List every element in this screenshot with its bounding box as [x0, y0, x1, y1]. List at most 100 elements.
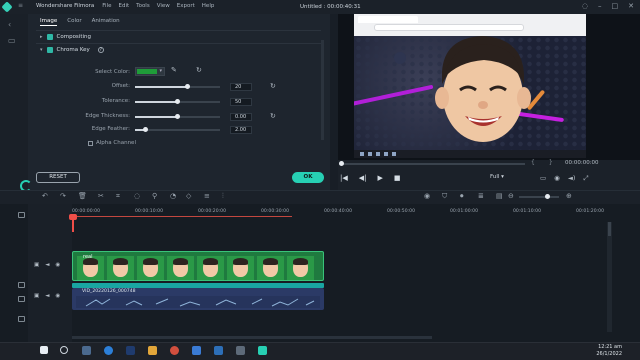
color-picker-dropdown[interactable]: ▾ — [135, 67, 165, 76]
microphone-icon[interactable]: ⏺ — [460, 192, 464, 201]
quality-select[interactable]: Full ▾ — [490, 174, 526, 183]
reset-icon[interactable]: ↻ — [270, 112, 276, 120]
track-manager-icon[interactable] — [18, 282, 25, 288]
reset-icon[interactable]: ↻ — [270, 82, 276, 90]
compositing-checkbox[interactable] — [46, 34, 53, 40]
video-clip[interactable]: VID_20220126_000748 — [72, 288, 324, 310]
windows-start-icon[interactable] — [40, 346, 48, 354]
menu-help[interactable]: Help — [202, 3, 215, 9]
eyedropper-icon[interactable]: ✎ — [171, 66, 177, 74]
collapse-arrow-icon[interactable]: ▾ — [40, 47, 43, 53]
task-view-icon[interactable] — [82, 346, 91, 355]
slider-knob[interactable] — [175, 114, 180, 119]
preview-progress-track[interactable] — [339, 161, 525, 166]
zoom-out-icon[interactable]: ⊖ — [508, 192, 514, 200]
zoom-slider[interactable] — [519, 194, 559, 199]
tab-image[interactable]: Image — [40, 18, 58, 26]
slider-knob[interactable] — [175, 99, 180, 104]
panel-icon[interactable]: ▭ — [8, 36, 20, 46]
undo-icon[interactable]: ↶ — [42, 192, 48, 200]
lock-icon[interactable] — [18, 296, 25, 302]
tab-animation[interactable]: Animation — [92, 18, 120, 26]
compositing-section[interactable]: ▸ Compositing — [40, 34, 91, 40]
store-icon[interactable] — [214, 346, 223, 355]
delete-icon[interactable]: 🗑 — [78, 192, 87, 200]
slider-track[interactable] — [135, 99, 220, 104]
expand-arrow-icon[interactable]: ▸ — [40, 34, 43, 40]
chroma-key-checkbox[interactable] — [46, 47, 53, 53]
menu-edit[interactable]: Edit — [119, 3, 130, 9]
hamburger-icon[interactable]: ≡ — [18, 2, 23, 9]
redo-icon[interactable]: ↷ — [60, 192, 66, 200]
speaker-icon[interactable]: ◄ — [45, 293, 49, 299]
monitor-icon[interactable]: ▭ — [540, 174, 546, 183]
video-clip[interactable]: real — [72, 251, 324, 281]
app-icon[interactable] — [236, 346, 245, 355]
fullscreen-icon[interactable]: ⤢ — [583, 174, 588, 183]
mute-icon[interactable] — [18, 316, 25, 322]
menu-view[interactable]: View — [157, 3, 170, 9]
zoom-slider-knob[interactable] — [545, 194, 550, 199]
collapse-arrow-icon[interactable]: ‹ — [8, 20, 20, 30]
step-back-button[interactable]: ◀| — [359, 174, 367, 182]
filmora-taskbar-icon[interactable] — [258, 346, 267, 355]
preview-progress-knob[interactable] — [339, 161, 344, 166]
slider-value-input[interactable]: 2.00 — [230, 126, 252, 134]
slider-knob[interactable] — [142, 127, 148, 132]
user-icon[interactable]: ◌ — [582, 2, 588, 10]
snapshot-icon[interactable]: ◉ — [554, 174, 560, 183]
volume-icon[interactable]: ◄) — [568, 174, 576, 183]
render-icon[interactable]: ◉ — [424, 192, 430, 200]
slider-track[interactable] — [135, 114, 220, 119]
reset-button[interactable]: RESET — [36, 172, 80, 183]
stop-button[interactable]: ■ — [394, 174, 401, 182]
edge-icon[interactable] — [104, 346, 113, 355]
slider-track[interactable] — [135, 84, 220, 89]
slider-value-input[interactable]: 20 — [230, 83, 252, 91]
ok-button[interactable]: OK — [292, 172, 324, 183]
voiceover-icon[interactable]: ≣ — [478, 192, 484, 200]
help-icon[interactable]: ? — [97, 47, 104, 53]
timeline-vertical-scrollbar[interactable] — [607, 222, 612, 332]
slider-track[interactable] — [135, 127, 220, 132]
color-icon[interactable]: ◌ — [134, 192, 140, 200]
photoshop-icon[interactable] — [126, 346, 135, 355]
duration-icon[interactable]: ◔ — [170, 192, 176, 200]
zoom-in-icon[interactable]: ⊕ — [566, 192, 572, 200]
menu-export[interactable]: Export — [177, 3, 195, 9]
slider-value-input[interactable]: 0.00 — [230, 113, 252, 121]
chrome-icon[interactable] — [170, 346, 179, 355]
reset-color-icon[interactable]: ↻ — [196, 66, 202, 74]
eye-icon[interactable]: ◉ — [55, 262, 60, 268]
panel-scrollbar[interactable] — [321, 40, 324, 140]
lock-icon[interactable]: ▣ — [34, 293, 39, 299]
tab-color[interactable]: Color — [67, 18, 81, 26]
crop-icon[interactable]: ⌗ — [116, 192, 120, 201]
file-explorer-icon[interactable] — [148, 346, 157, 355]
play-button[interactable]: ▶ — [378, 174, 383, 182]
alpha-channel-checkbox[interactable] — [88, 140, 93, 146]
menu-tools[interactable]: Tools — [136, 3, 150, 9]
keyframe-icon[interactable]: ◇ — [186, 192, 191, 200]
adjust-icon[interactable]: ≡ — [204, 192, 210, 200]
slider-value-input[interactable]: 50 — [230, 98, 252, 106]
scroll-thumb[interactable] — [608, 222, 611, 236]
eye-icon[interactable]: ◉ — [55, 293, 60, 299]
lock-icon[interactable]: ▣ — [34, 262, 39, 268]
word-icon[interactable] — [192, 346, 201, 355]
snap-icon[interactable]: ▤ — [496, 192, 503, 200]
playhead[interactable] — [69, 214, 77, 232]
previous-frame-button[interactable]: |◀ — [340, 174, 348, 182]
speed-icon[interactable]: ⚲ — [152, 192, 157, 200]
timeline-horizontal-scrollbar[interactable] — [72, 336, 432, 339]
menu-file[interactable]: File — [102, 3, 111, 9]
shield-icon[interactable]: ⛉ — [442, 192, 447, 201]
mark-in-out-icon[interactable]: {} — [531, 159, 567, 166]
alpha-channel-option[interactable]: Alpha Channel — [88, 140, 136, 146]
search-icon[interactable] — [60, 346, 68, 354]
audio-mix-icon[interactable]: ⫶ — [222, 192, 224, 201]
speaker-icon[interactable]: ◄ — [45, 262, 49, 268]
maximize-button[interactable]: □ — [612, 2, 619, 10]
cut-icon[interactable]: ✂ — [98, 192, 104, 200]
minimize-button[interactable]: – — [598, 2, 602, 10]
